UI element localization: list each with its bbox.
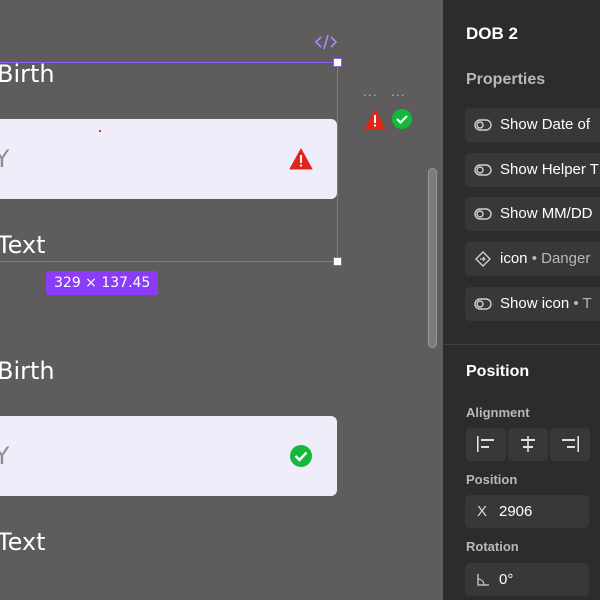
align-left-icon bbox=[477, 436, 494, 452]
property-show-icon[interactable]: Show icon • T bbox=[465, 287, 600, 321]
property-text: icon bbox=[500, 250, 528, 267]
rotation-value: 0° bbox=[499, 571, 514, 588]
dob-label: Birth bbox=[0, 357, 55, 385]
alignment-label: Alignment bbox=[466, 405, 530, 420]
properties-heading: Properties bbox=[466, 71, 546, 88]
resize-handle-bottom-right[interactable] bbox=[333, 257, 342, 266]
angle-icon bbox=[477, 574, 489, 586]
align-right-icon bbox=[562, 436, 579, 452]
x-value: 2906 bbox=[499, 503, 533, 520]
property-label: Show MM/DD bbox=[500, 205, 593, 222]
property-show-helper-text[interactable]: Show Helper T bbox=[465, 153, 600, 187]
toggle-icon bbox=[474, 119, 492, 131]
align-center-icon bbox=[521, 436, 535, 452]
helper-text-label: Text bbox=[0, 528, 46, 556]
code-icon[interactable] bbox=[315, 33, 337, 51]
layer-title: DOB 2 bbox=[466, 24, 518, 43]
property-show-date-of[interactable]: Show Date of bbox=[465, 108, 600, 142]
resize-handle-top-right[interactable] bbox=[333, 58, 342, 67]
check-circle-icon bbox=[290, 445, 312, 467]
design-panel: DOB 2 Properties Show Date of Show Helpe… bbox=[443, 0, 600, 600]
property-icon-swap[interactable]: icon • Danger bbox=[465, 242, 600, 276]
property-text: Show Date of bbox=[500, 116, 591, 133]
canvas-scrollbar[interactable] bbox=[428, 168, 437, 348]
dob-input-value: YY bbox=[0, 442, 10, 470]
property-label: Show icon • T bbox=[500, 295, 592, 312]
selection-size-badge: 329 × 137.45 bbox=[46, 271, 159, 295]
rotation-label: Rotation bbox=[466, 539, 519, 554]
variant-menu-dots[interactable]: ... bbox=[363, 84, 378, 98]
section-divider bbox=[443, 344, 600, 345]
property-text: Show Helper T bbox=[500, 161, 599, 178]
align-left-button[interactable] bbox=[466, 428, 506, 461]
property-show-mm-dd[interactable]: Show MM/DD bbox=[465, 197, 600, 231]
property-label: Show Date of bbox=[500, 116, 590, 133]
property-suffix: • T bbox=[573, 295, 592, 312]
property-text: Show icon bbox=[500, 295, 570, 312]
selection-frame[interactable] bbox=[0, 62, 338, 262]
variant-menu-dots[interactable]: ... bbox=[391, 84, 406, 98]
toggle-icon bbox=[474, 164, 492, 176]
x-prefix: X bbox=[477, 503, 488, 520]
toggle-icon bbox=[474, 208, 492, 220]
property-text: Show MM/DD bbox=[500, 205, 593, 222]
design-canvas[interactable]: Birth YY Text 329 × 137.45 ... ... Birth… bbox=[0, 0, 443, 600]
align-right-button[interactable] bbox=[550, 428, 590, 461]
check-circle-icon bbox=[392, 109, 412, 129]
property-suffix: • Danger bbox=[531, 250, 591, 267]
dob-input-field[interactable]: YY bbox=[0, 416, 337, 496]
align-horizontal-center-button[interactable] bbox=[508, 428, 548, 461]
instance-swap-icon bbox=[475, 251, 491, 267]
position-heading: Position bbox=[466, 363, 530, 380]
property-label: Show Helper T bbox=[500, 161, 599, 178]
toggle-icon bbox=[474, 298, 492, 310]
position-label: Position bbox=[466, 472, 518, 487]
warning-triangle-icon bbox=[364, 109, 386, 129]
rotation-input[interactable]: 0° bbox=[465, 563, 589, 596]
x-position-input[interactable]: X 2906 bbox=[465, 495, 589, 528]
property-label: icon • Danger bbox=[500, 250, 590, 267]
